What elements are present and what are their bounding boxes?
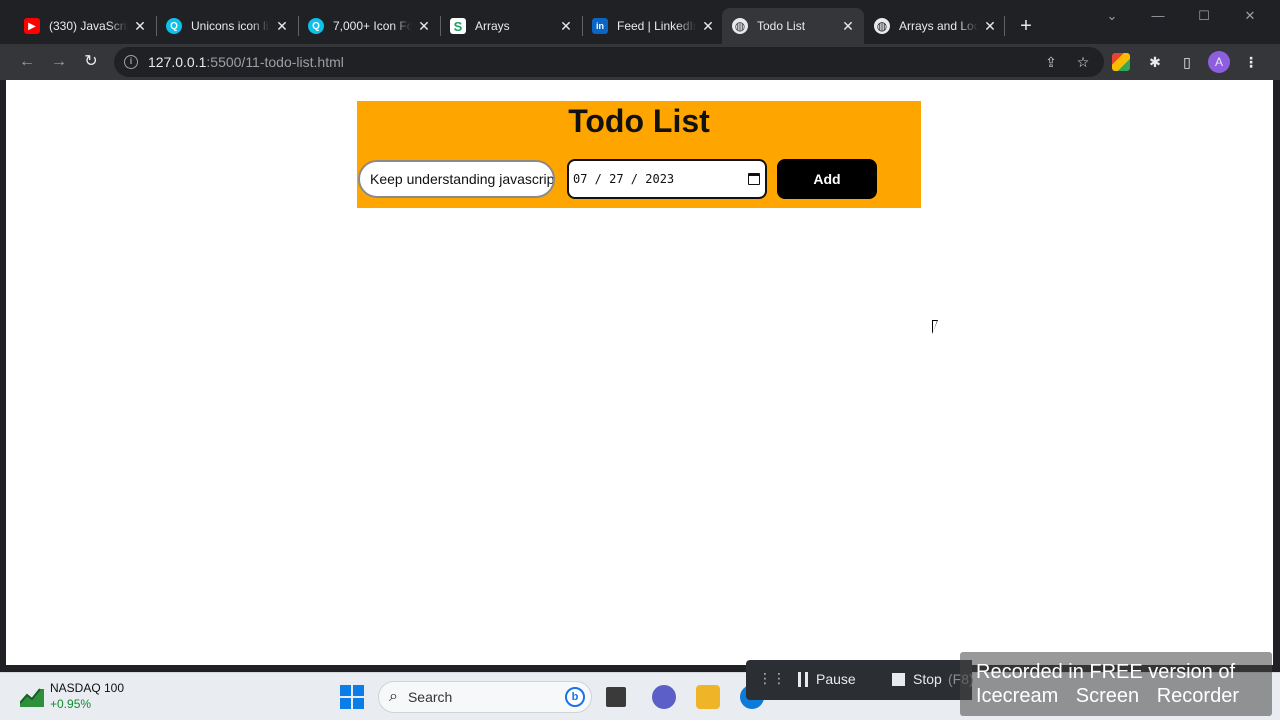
close-icon[interactable]: ✕ bbox=[982, 18, 998, 34]
tab-title: 7,000+ Icon Fonts bbox=[333, 19, 412, 33]
date-value: 07 / 27 / 2023 bbox=[573, 172, 675, 186]
todo-container: Todo List Keep understanding javascrip 0… bbox=[357, 101, 921, 208]
ticker-change: +0.95% bbox=[50, 697, 92, 711]
mouse-cursor-icon bbox=[932, 320, 944, 334]
browser-tab-strip: ▶ (330) JavaScript ✕ Q Unicons icon libr… bbox=[0, 0, 1280, 44]
due-date-input[interactable]: 07 / 27 / 2023 bbox=[567, 159, 767, 199]
tab-search-icon[interactable]: ⌄ bbox=[1100, 6, 1124, 26]
share-icon[interactable]: ⇪ bbox=[1040, 51, 1062, 73]
calendar-icon[interactable] bbox=[748, 173, 760, 185]
task-view-icon[interactable] bbox=[606, 687, 626, 707]
page-title: Todo List bbox=[568, 103, 710, 139]
youtube-icon: ▶ bbox=[24, 18, 40, 34]
tab-title: Arrays and Loops bbox=[899, 19, 978, 33]
tab-youtube[interactable]: ▶ (330) JavaScript ✕ bbox=[14, 8, 156, 44]
tab-title: Arrays bbox=[475, 19, 510, 33]
file-explorer-icon[interactable] bbox=[696, 685, 720, 709]
globe-icon: ◍ bbox=[732, 18, 748, 34]
close-icon[interactable]: ✕ bbox=[132, 18, 148, 34]
iconscout-icon: Q bbox=[166, 18, 182, 34]
tab-title: Todo List bbox=[757, 19, 806, 33]
forward-arrow-icon[interactable]: → bbox=[47, 50, 71, 74]
stop-icon[interactable] bbox=[892, 673, 905, 686]
watermark-line-1: Recorded in FREE version of bbox=[976, 661, 1236, 683]
recorder-watermark: Recorded in FREE version of Icecream Scr… bbox=[960, 652, 1272, 716]
address-bar[interactable]: i 127.0.0.1:5500/11-todo-list.html ⇪ ☆ bbox=[114, 47, 1104, 77]
search-label: Search bbox=[407, 689, 453, 705]
site-info-icon[interactable]: i bbox=[124, 55, 138, 69]
linkedin-icon: in bbox=[592, 18, 608, 34]
extension-icon[interactable] bbox=[1112, 53, 1130, 71]
tab-divider bbox=[1004, 16, 1005, 36]
page-viewport: Todo List Keep understanding javascrip 0… bbox=[6, 80, 1273, 665]
teams-chat-icon[interactable] bbox=[652, 685, 676, 709]
ticker-name[interactable]: NASDAQ 100 bbox=[50, 681, 124, 695]
menu-kebab-icon[interactable]: ⋮ bbox=[1240, 51, 1262, 73]
tab-title: Unicons icon library bbox=[191, 19, 270, 33]
taskbar-search-box[interactable]: ⌕ Search b bbox=[378, 681, 592, 713]
watermark-line-2: Icecream Screen Recorder bbox=[976, 685, 1239, 707]
close-icon[interactable]: ✕ bbox=[274, 18, 290, 34]
close-icon[interactable]: ✕ bbox=[416, 18, 432, 34]
close-icon[interactable]: ✕ bbox=[700, 18, 716, 34]
tab-title: (330) JavaScript bbox=[49, 19, 128, 33]
close-icon[interactable]: ✕ bbox=[840, 18, 856, 34]
windows-start-icon[interactable] bbox=[340, 685, 364, 709]
stock-chart-icon[interactable] bbox=[20, 685, 44, 707]
minimize-button[interactable]: — bbox=[1146, 6, 1170, 26]
new-tab-button[interactable]: + bbox=[1014, 14, 1038, 38]
drag-handle-icon[interactable]: ⋮⋮ bbox=[758, 670, 786, 687]
tab-icon-fonts[interactable]: Q 7,000+ Icon Fonts ✕ bbox=[298, 8, 440, 44]
globe-icon: ◍ bbox=[874, 18, 890, 34]
tab-arrays-and-loops[interactable]: ◍ Arrays and Loops ✕ bbox=[864, 8, 1006, 44]
profile-avatar[interactable]: A bbox=[1208, 51, 1230, 73]
reload-icon[interactable]: ↻ bbox=[79, 50, 103, 74]
search-icon: ⌕ bbox=[389, 688, 398, 705]
close-window-button[interactable]: ✕ bbox=[1238, 6, 1262, 26]
side-panel-icon[interactable]: ▯ bbox=[1176, 51, 1198, 73]
stop-button[interactable]: Stop bbox=[913, 671, 942, 687]
supersimpledev-icon: S bbox=[450, 18, 466, 34]
add-button[interactable]: Add bbox=[777, 159, 877, 199]
tab-linkedin[interactable]: in Feed | LinkedIn ✕ bbox=[582, 8, 724, 44]
pause-icon[interactable] bbox=[798, 672, 808, 687]
bookmark-star-icon[interactable]: ☆ bbox=[1072, 51, 1094, 73]
bing-icon[interactable]: b bbox=[565, 687, 585, 707]
back-arrow-icon[interactable]: ← bbox=[15, 50, 39, 74]
tab-arrays[interactable]: S Arrays ✕ bbox=[440, 8, 582, 44]
pause-button[interactable]: Pause bbox=[816, 671, 856, 687]
url-text[interactable]: 127.0.0.1:5500/11-todo-list.html bbox=[148, 54, 344, 70]
browser-toolbar: ← → ↻ i 127.0.0.1:5500/11-todo-list.html… bbox=[0, 44, 1280, 80]
iconscout-icon: Q bbox=[308, 18, 324, 34]
extensions-puzzle-icon[interactable]: ✱ bbox=[1144, 51, 1166, 73]
recorder-control-bar: ⋮⋮ Pause Stop (F8) bbox=[746, 660, 974, 700]
tab-unicons[interactable]: Q Unicons icon library ✕ bbox=[156, 8, 298, 44]
maximize-button[interactable]: ☐ bbox=[1192, 6, 1216, 26]
tab-title: Feed | LinkedIn bbox=[617, 19, 696, 33]
close-icon[interactable]: ✕ bbox=[558, 18, 574, 34]
tab-todo-list[interactable]: ◍ Todo List ✕ bbox=[722, 8, 864, 44]
todo-name-input[interactable]: Keep understanding javascrip bbox=[358, 160, 555, 198]
